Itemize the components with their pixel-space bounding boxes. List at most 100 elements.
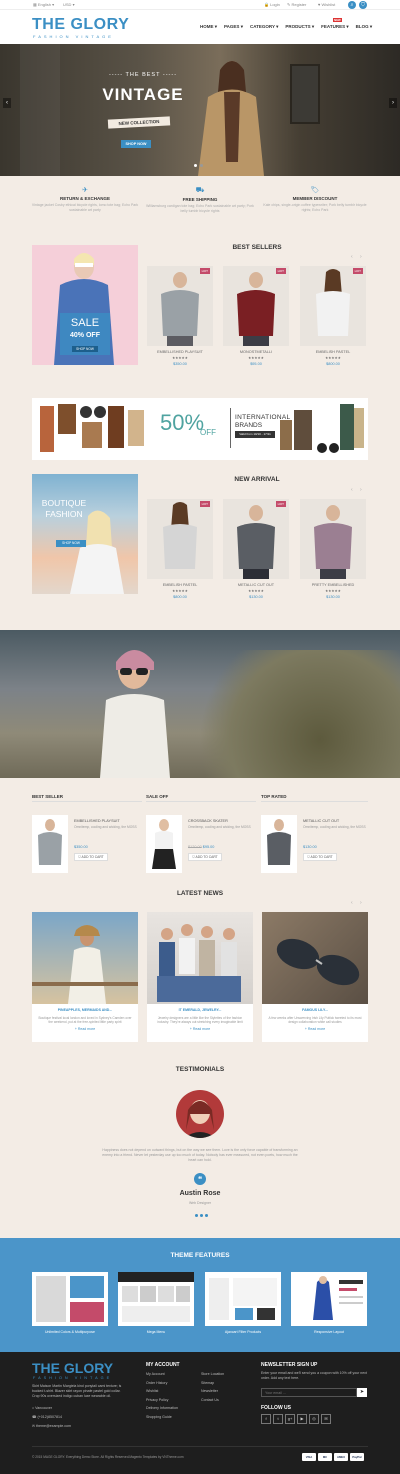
product-card[interactable]: HOT EMBELISH PASTEL ★★★★★ $800.00 — [300, 266, 366, 376]
google-plus-icon[interactable]: g+ — [285, 1414, 295, 1424]
register-link[interactable]: ✎ Register — [287, 2, 306, 7]
nav-pages[interactable]: PAGES ▾ — [224, 24, 243, 30]
footer-logo[interactable]: THE GLORY — [32, 1360, 113, 1376]
product-card[interactable]: PRETTY EMBELLISHED ★★★★★ $130.00 — [300, 499, 366, 609]
carousel-next-icon[interactable]: › — [360, 900, 362, 906]
footer-link[interactable]: Store Location — [201, 1370, 224, 1379]
testimonial-dot[interactable] — [200, 1214, 203, 1217]
footer-link[interactable]: Contact Us — [201, 1396, 224, 1405]
wishlist-link[interactable]: ♥ Wishlist — [318, 2, 335, 7]
testimonial-dot[interactable] — [205, 1214, 208, 1217]
product-name[interactable]: EMBELISH PASTEL — [300, 350, 366, 354]
product-card[interactable]: HOT METALLIC CUT OUT ★★★★★ $130.00 — [223, 499, 289, 609]
boutique-promo-banner[interactable]: BOUTIQUE FASHION SHOP NOW — [32, 474, 138, 594]
news-title[interactable]: FAMOUS LILY... — [262, 1008, 368, 1012]
footer-link[interactable]: Wishlist — [146, 1387, 178, 1396]
read-more-link[interactable]: + Read more — [147, 1027, 253, 1031]
theme-feature-card[interactable] — [118, 1272, 194, 1326]
read-more-link[interactable]: + Read more — [262, 1027, 368, 1031]
list-product-image[interactable] — [261, 815, 297, 873]
product-image[interactable]: HOT — [147, 266, 213, 346]
product-name[interactable]: METALLIC CUT OUT — [223, 583, 289, 587]
product-name[interactable]: PRETTY EMBELLISHED — [300, 583, 366, 587]
product-name[interactable]: EMBELISH PASTEL — [147, 583, 213, 587]
footer-link[interactable]: Delivery Information — [146, 1404, 178, 1413]
currency-select[interactable]: USD ▾ — [63, 2, 75, 7]
footer-link[interactable]: My Account — [146, 1370, 178, 1379]
product-image[interactable]: HOT — [147, 499, 213, 579]
nav-category[interactable]: CATEGORY ▾ — [250, 24, 278, 30]
news-card[interactable]: PINEAPPLES, MERMAIDS AND... Boutique fes… — [32, 912, 138, 1042]
add-to-cart-button[interactable]: ⛉ ADD TO CART — [188, 853, 222, 861]
cart-icon[interactable]: ⛉ — [359, 1, 367, 9]
testimonial-dot[interactable] — [195, 1214, 198, 1217]
footer-link[interactable]: Sitemap — [201, 1379, 224, 1388]
news-image[interactable] — [262, 912, 368, 1004]
add-to-cart-button[interactable]: ⛉ ADD TO CART — [74, 853, 108, 861]
news-title[interactable]: PINEAPPLES, MERMAIDS AND... — [32, 1008, 138, 1012]
list-product-name[interactable]: EMBELLISHED PLAYSUIT — [74, 819, 120, 823]
search-icon[interactable]: ⌕ — [348, 1, 356, 9]
email-social-icon[interactable]: ✉ — [321, 1414, 331, 1424]
news-image[interactable] — [147, 912, 253, 1004]
product-card[interactable]: HOT MONOSTMETALLI ★★★★★ $95.00 — [223, 266, 289, 376]
boutique-shop-button[interactable]: SHOP NOW — [56, 540, 86, 547]
carousel-prev-icon[interactable]: ‹ — [351, 254, 353, 260]
product-image[interactable]: HOT — [223, 266, 289, 346]
product-image[interactable] — [300, 499, 366, 579]
twitter-icon[interactable]: t — [273, 1414, 283, 1424]
language-select[interactable]: ▦ English ▾ — [33, 2, 54, 7]
login-link[interactable]: 🔒 Login — [264, 2, 280, 7]
footer-link[interactable]: Order History — [146, 1379, 178, 1388]
instagram-icon[interactable]: ◎ — [309, 1414, 319, 1424]
list-product[interactable]: EMBELLISHED PLAYSUIT Omnitemp, cooling a… — [32, 815, 147, 875]
slider-dot[interactable] — [194, 164, 197, 167]
carousel-prev-icon[interactable]: ‹ — [351, 900, 353, 906]
product-name[interactable]: MONOSTMETALLI — [223, 350, 289, 354]
carousel-next-icon[interactable]: › — [360, 254, 362, 260]
list-product-name[interactable]: METALLIC CUT OUT — [303, 819, 339, 823]
facebook-icon[interactable]: f — [261, 1414, 271, 1424]
news-card[interactable]: FAMOUS LILY... A few weeks after Unswerv… — [262, 912, 368, 1042]
news-card[interactable]: IT EMERALD, JEWELRY... Jewelry designers… — [147, 912, 253, 1042]
list-product[interactable]: METALLIC CUT OUT Omnitemp, cooling and w… — [261, 815, 376, 875]
news-image[interactable] — [32, 912, 138, 1004]
theme-feature-card[interactable] — [32, 1272, 108, 1326]
nav-blog[interactable]: BLOG ▾ — [356, 24, 373, 30]
newsletter-email-input[interactable] — [261, 1388, 357, 1397]
list-product[interactable]: CROSSBACK SKATER Omnitemp, cooling and w… — [146, 815, 261, 875]
hero-shop-button[interactable]: SHOP NOW — [121, 140, 151, 148]
product-image[interactable]: HOT — [300, 266, 366, 346]
brands-banner[interactable]: 50% OFF INTERNATIONAL BRANDS Valid from … — [32, 398, 368, 460]
read-more-link[interactable]: + Read more — [32, 1027, 138, 1031]
footer-link[interactable]: Shopping Guide — [146, 1413, 178, 1422]
nav-home[interactable]: HOME ▾ — [200, 24, 217, 30]
product-card[interactable]: HOT EMBELLISHED PLAYSUIT ★★★★★ $350.00 — [147, 266, 213, 376]
nav-products[interactable]: PRODUCTS ▾ — [285, 24, 314, 30]
sale-shop-button[interactable]: SHOP NOW — [72, 346, 98, 352]
slider-prev-icon[interactable]: ‹ — [3, 98, 11, 108]
slider-next-icon[interactable]: › — [389, 98, 397, 108]
logo[interactable]: THE GLORY — [32, 16, 129, 34]
sale-promo-banner[interactable]: SALE 40% OFF SHOP NOW — [32, 245, 138, 365]
testimonial-quote: Happiness does not depend on outward thi… — [102, 1148, 298, 1162]
footer-email[interactable]: ✉ theme@example.com — [32, 1422, 71, 1431]
theme-feature-card[interactable] — [291, 1272, 367, 1326]
youtube-icon[interactable]: ▶ — [297, 1414, 307, 1424]
list-product-image[interactable] — [32, 815, 68, 873]
list-product-image[interactable] — [146, 815, 182, 873]
product-card[interactable]: HOT EMBELISH PASTEL ★★★★★ $800.00 — [147, 499, 213, 609]
product-image[interactable]: HOT — [223, 499, 289, 579]
footer-link[interactable]: Privacy Policy — [146, 1396, 178, 1405]
nav-features[interactable]: FEATURES ▾ NEW — [321, 18, 349, 30]
add-to-cart-button[interactable]: ⛉ ADD TO CART — [303, 853, 337, 861]
send-icon[interactable]: ➤ — [357, 1388, 367, 1397]
list-product-name[interactable]: CROSSBACK SKATER — [188, 819, 228, 823]
carousel-prev-icon[interactable]: ‹ — [351, 487, 353, 493]
theme-feature-card[interactable] — [205, 1272, 281, 1326]
product-name[interactable]: EMBELLISHED PLAYSUIT — [147, 350, 213, 354]
news-title[interactable]: IT EMERALD, JEWELRY... — [147, 1008, 253, 1012]
footer-link[interactable]: Newsletter — [201, 1387, 224, 1396]
carousel-next-icon[interactable]: › — [360, 487, 362, 493]
slider-dot[interactable] — [200, 164, 203, 167]
